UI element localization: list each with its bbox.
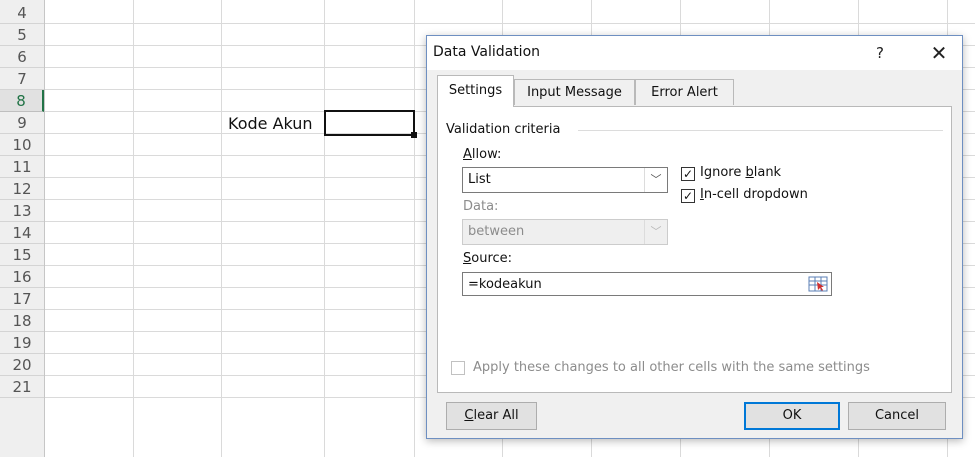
chevron-down-icon: ﹀ [644, 220, 667, 244]
fill-handle[interactable] [411, 132, 417, 138]
data-select: between ﹀ [462, 219, 668, 245]
cancel-button[interactable]: Cancel [848, 402, 946, 430]
row-headers: 4 5 6 7 8 9 10 11 12 13 14 15 16 17 18 19 20 21 [0, 0, 45, 457]
row-header-5[interactable]: 5 [0, 24, 44, 46]
row-header-13[interactable]: 13 [0, 200, 44, 222]
dialog-title: Data Validation [433, 44, 541, 60]
column-gridline [221, 0, 222, 457]
row-gridline [45, 23, 975, 24]
help-button[interactable]: ? [865, 41, 895, 65]
in-cell-dropdown-checkbox[interactable]: ✓ [681, 189, 695, 203]
dialog-titlebar[interactable]: Data Validation ? ✕ [427, 36, 962, 70]
range-selector-icon[interactable] [807, 275, 829, 293]
data-validation-dialog: Data Validation ? ✕ Settings Input Messa… [426, 35, 963, 439]
ok-button[interactable]: OK [744, 402, 840, 430]
allow-select-value: List [468, 172, 491, 187]
column-gridline [133, 0, 134, 457]
apply-changes-checkbox [451, 361, 465, 375]
row-header-19[interactable]: 19 [0, 332, 44, 354]
row-header-20[interactable]: 20 [0, 354, 44, 376]
row-header-21[interactable]: 21 [0, 376, 44, 398]
row-header-15[interactable]: 15 [0, 244, 44, 266]
row-header-10[interactable]: 10 [0, 134, 44, 156]
active-cell-d8[interactable] [324, 110, 415, 136]
chevron-down-icon[interactable]: ﹀ [644, 168, 667, 192]
row-header-14[interactable]: 14 [0, 222, 44, 244]
tab-input-message[interactable]: Input Message [514, 79, 635, 105]
close-button[interactable]: ✕ [922, 39, 956, 67]
row-header-17[interactable]: 17 [0, 288, 44, 310]
ignore-blank-checkbox[interactable]: ✓ [681, 167, 695, 181]
column-gridline [414, 0, 415, 457]
row-header-8[interactable]: 8 [0, 90, 44, 112]
row-header-11[interactable]: 11 [0, 156, 44, 178]
settings-panel: Validation criteria Allow: List ﹀ ✓ Igno… [437, 106, 952, 393]
validation-criteria-label: Validation criteria [446, 122, 561, 137]
source-input-value: =kodeakun [468, 277, 542, 292]
source-label: Source: [463, 251, 513, 266]
allow-select[interactable]: List ﹀ [462, 167, 668, 193]
apply-changes-label: Apply these changes to all other cells w… [473, 360, 870, 375]
ignore-blank-label: Ignore blank [700, 165, 782, 180]
row-header-4[interactable]: 4 [0, 2, 44, 24]
clear-all-button[interactable]: Clear All [446, 402, 537, 430]
row-header-18[interactable]: 18 [0, 310, 44, 332]
data-label: Data: [463, 199, 499, 214]
row-header-7[interactable]: 7 [0, 68, 44, 90]
row-header-6[interactable]: 6 [0, 46, 44, 68]
row-header-16[interactable]: 16 [0, 266, 44, 288]
column-gridline [324, 0, 325, 457]
allow-label: Allow: [463, 147, 502, 162]
source-input[interactable]: =kodeakun [462, 272, 832, 296]
cell-c8[interactable]: Kode Akun [228, 114, 313, 133]
tab-settings[interactable]: Settings [437, 75, 514, 107]
row-header-12[interactable]: 12 [0, 178, 44, 200]
row-header-9[interactable]: 9 [0, 112, 44, 134]
in-cell-dropdown-label: In-cell dropdown [700, 187, 808, 202]
data-select-value: between [468, 224, 525, 239]
tab-error-alert[interactable]: Error Alert [635, 79, 734, 105]
group-divider [578, 130, 943, 131]
